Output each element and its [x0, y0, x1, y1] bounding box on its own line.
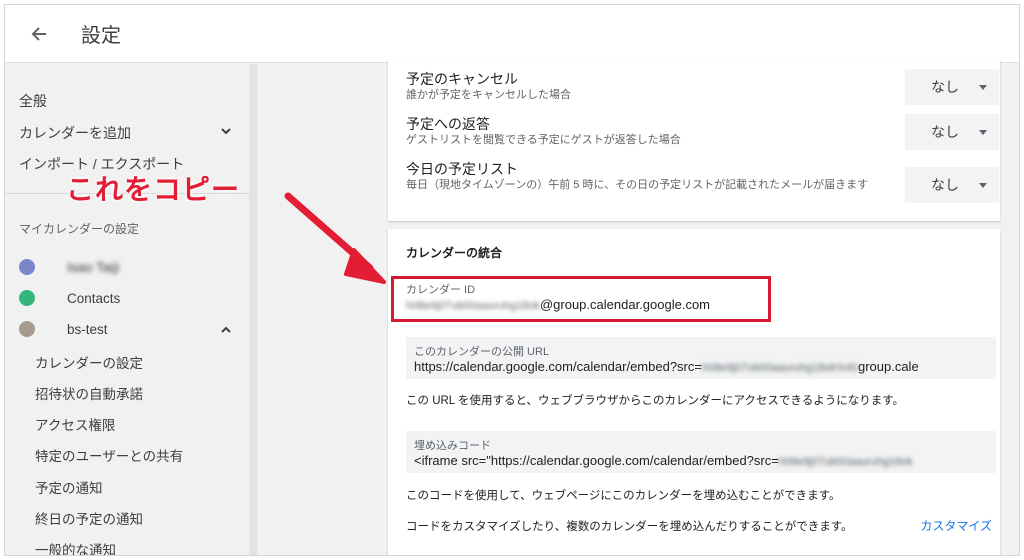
annotation-arrow-icon	[284, 192, 386, 284]
